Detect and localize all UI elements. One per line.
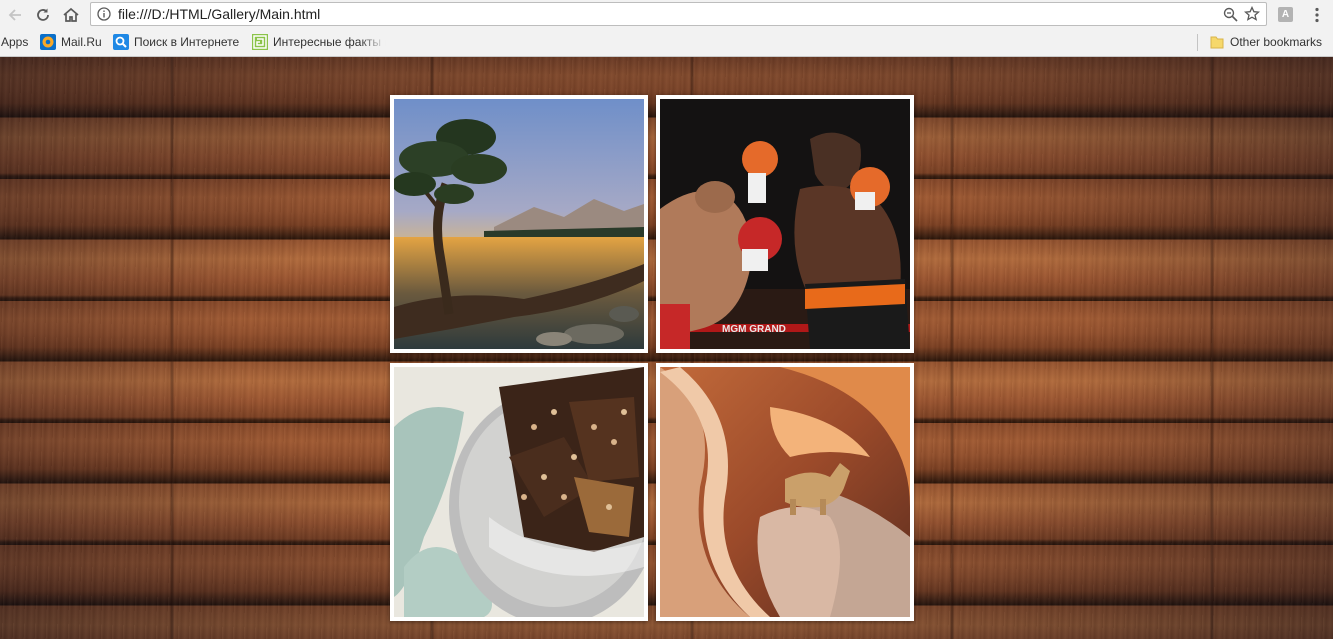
url-text[interactable]: file:///D:/HTML/Gallery/Main.html — [118, 6, 320, 22]
maze-icon — [252, 34, 268, 50]
extension-icon[interactable]: A — [1278, 7, 1293, 22]
bookmark-overflow-fade — [360, 33, 392, 53]
info-icon[interactable] — [97, 7, 111, 21]
kebab-menu-icon[interactable] — [1314, 7, 1320, 23]
bookmark-label: Mail.Ru — [61, 35, 102, 49]
bookmark-label: Поиск в Интернете — [134, 35, 240, 49]
bookmarks-divider — [1197, 34, 1198, 51]
bookmarks-bar: Apps Mail.Ru Поиск в Интернете Интересны… — [0, 30, 1333, 55]
mailru-icon — [40, 34, 56, 50]
photo-gallery: MGM GRAND — [390, 95, 916, 624]
gallery-tile[interactable]: MGM GRAND — [656, 95, 914, 353]
zoom-icon[interactable] — [1223, 7, 1238, 22]
bookmark-mailru[interactable]: Mail.Ru — [40, 33, 102, 51]
apps-label: Apps — [1, 35, 29, 49]
other-bookmarks-label: Other bookmarks — [1230, 35, 1323, 49]
bookmark-search[interactable]: Поиск в Интернете — [113, 33, 239, 51]
gallery-tile[interactable] — [390, 363, 648, 621]
cougar-canyon-photo[interactable] — [660, 367, 910, 617]
tree-lake-photo[interactable] — [394, 99, 644, 349]
reload-icon[interactable] — [32, 4, 54, 26]
browser-chrome: file:///D:/HTML/Gallery/Main.html A Apps… — [0, 0, 1333, 57]
back-arrow-icon[interactable] — [4, 4, 26, 26]
apps-shortcut[interactable]: Apps — [1, 33, 28, 51]
gallery-tile[interactable] — [390, 95, 648, 353]
browser-toolbar: file:///D:/HTML/Gallery/Main.html A — [0, 0, 1333, 29]
search-icon — [113, 34, 129, 50]
page-background: MGM GRAND — [0, 57, 1333, 639]
boxing-photo[interactable]: MGM GRAND — [660, 99, 910, 349]
ring-apron-text: MGM GRAND — [722, 324, 786, 335]
star-icon[interactable] — [1244, 6, 1260, 22]
chocolate-photo[interactable] — [394, 367, 644, 617]
other-bookmarks[interactable]: Other bookmarks — [1209, 33, 1322, 51]
gallery-tile[interactable] — [656, 363, 914, 621]
folder-icon — [1209, 34, 1225, 50]
address-bar[interactable]: file:///D:/HTML/Gallery/Main.html — [90, 2, 1267, 26]
home-icon[interactable] — [60, 4, 82, 26]
